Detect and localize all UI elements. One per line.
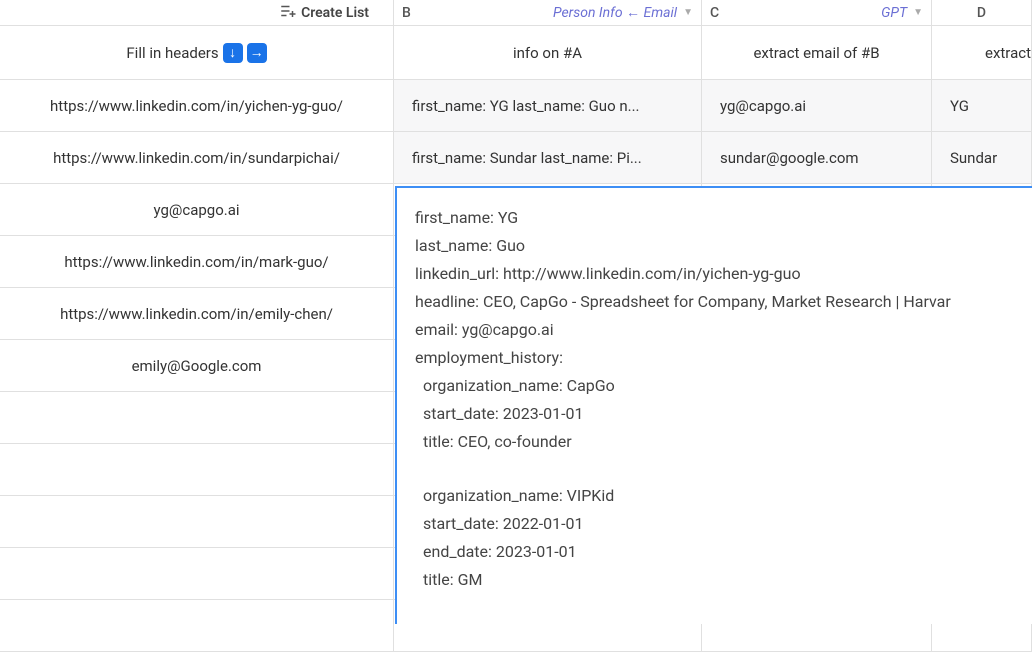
create-list-label: Create List <box>301 5 369 21</box>
spreadsheet-grid: Create List B Person Info ← Email ▼ C GP… <box>0 0 1032 652</box>
cell-c[interactable]: yg@capgo.ai <box>702 80 932 132</box>
column-tag-b: Person Info ← Email <box>553 4 677 21</box>
cell-a[interactable]: https://www.linkedin.com/in/sundarpichai… <box>0 132 394 184</box>
detail-line: linkedin_url: http://www.linkedin.com/in… <box>415 260 1014 288</box>
column-header-b[interactable]: B Person Info ← Email ▼ <box>394 0 702 26</box>
detail-line: organization_name: VIPKid <box>415 482 1014 510</box>
cell-b[interactable]: first_name: Sundar last_name: Pi... <box>394 132 702 184</box>
column-letter: B <box>402 5 411 21</box>
cell-a[interactable] <box>0 392 394 444</box>
chevron-down-icon[interactable]: ▼ <box>683 7 693 18</box>
cell-d[interactable]: Sundar <box>932 132 1032 184</box>
column-header-d[interactable]: D <box>932 0 1032 26</box>
detail-line: organization_name: CapGo <box>415 372 1014 400</box>
chevron-down-icon[interactable]: ▼ <box>913 7 923 18</box>
detail-line: headline: CEO, CapGo - Spreadsheet for C… <box>415 288 1014 316</box>
detail-line: employment_history: <box>415 344 1014 372</box>
cell-detail-popover[interactable]: first_name: YG last_name: Guo linkedin_u… <box>395 186 1032 624</box>
detail-spacer <box>415 456 1014 482</box>
column-subheader-c[interactable]: extract email of #B <box>702 26 932 80</box>
cell-a[interactable] <box>0 496 394 548</box>
cell-a[interactable] <box>0 444 394 496</box>
cell-a[interactable] <box>0 600 394 652</box>
detail-line: last_name: Guo <box>415 232 1014 260</box>
cell-a[interactable]: emily@Google.com <box>0 340 394 392</box>
cell-d[interactable]: YG <box>932 80 1032 132</box>
column-letter: D <box>977 5 986 21</box>
cell-a[interactable] <box>0 548 394 600</box>
fill-headers-label: Fill in headers <box>126 44 218 62</box>
fill-right-button[interactable]: → <box>247 43 267 63</box>
detail-line: title: CEO, co-founder <box>415 428 1014 456</box>
fill-headers-cell: Fill in headers ↓ → <box>0 26 394 80</box>
cell-a[interactable]: yg@capgo.ai <box>0 184 394 236</box>
column-subheader-b[interactable]: info on #A <box>394 26 702 80</box>
cell-b[interactable]: first_name: YG last_name: Guo n... <box>394 80 702 132</box>
detail-line: email: yg@capgo.ai <box>415 316 1014 344</box>
fill-down-button[interactable]: ↓ <box>223 43 243 63</box>
column-subheader-d[interactable]: extract <box>932 26 1032 80</box>
detail-line: title: GM <box>415 566 1014 594</box>
column-header-c[interactable]: C GPT ▼ <box>702 0 932 26</box>
detail-line: start_date: 2023-01-01 <box>415 400 1014 428</box>
column-tag-c: GPT <box>881 5 907 21</box>
cell-a[interactable]: https://www.linkedin.com/in/mark-guo/ <box>0 236 394 288</box>
detail-line: first_name: YG <box>415 204 1014 232</box>
detail-line: start_date: 2022-01-01 <box>415 510 1014 538</box>
detail-line: end_date: 2023-01-01 <box>415 538 1014 566</box>
column-letter: C <box>710 5 719 21</box>
list-add-icon <box>279 2 297 24</box>
cell-a[interactable]: https://www.linkedin.com/in/yichen-yg-gu… <box>0 80 394 132</box>
create-list-button[interactable]: Create List <box>0 0 394 26</box>
cell-c[interactable]: sundar@google.com <box>702 132 932 184</box>
cell-a[interactable]: https://www.linkedin.com/in/emily-chen/ <box>0 288 394 340</box>
